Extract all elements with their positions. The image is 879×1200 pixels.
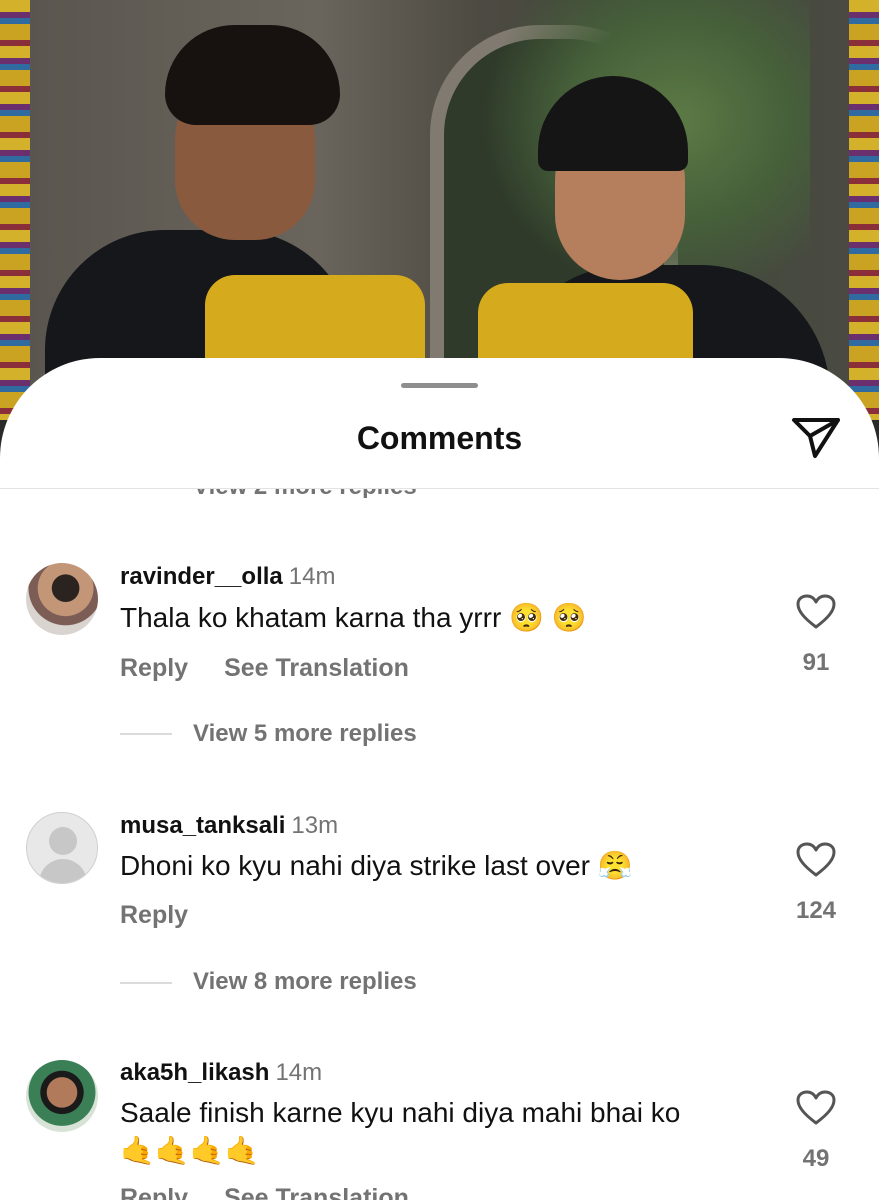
view-replies-button[interactable]: View 8 more replies <box>193 968 417 996</box>
person-left-hair <box>165 25 340 125</box>
reply-button[interactable]: Reply <box>120 654 188 682</box>
photo-border-left <box>0 0 30 420</box>
view-replies-partial-text: View 2 more replies <box>193 489 417 498</box>
comment-header: ravinder__olla 14m <box>120 563 335 591</box>
reply-button[interactable]: Reply <box>120 1184 188 1200</box>
avatar[interactable] <box>26 1060 98 1132</box>
comment-actions: Reply See Translation <box>120 1184 445 1200</box>
comment-text-line2: 🤙🤙🤙🤙 <box>120 1134 260 1167</box>
comment-header: aka5h_likash 14m <box>120 1059 322 1087</box>
comment-time: 14m <box>288 563 336 590</box>
comment-time: 14m <box>275 1059 323 1086</box>
comment-actions: Reply See Translation <box>120 654 445 683</box>
comment-time: 13m <box>291 812 339 839</box>
sheet-grabber[interactable] <box>401 383 478 388</box>
see-translation-button[interactable]: See Translation <box>224 654 409 682</box>
sheet-title: Comments <box>356 420 523 456</box>
like-count: 124 <box>795 897 837 924</box>
replies-divider <box>120 982 172 984</box>
avatar[interactable] <box>26 812 98 884</box>
default-avatar-shoulders <box>39 859 87 883</box>
comment-username[interactable]: musa_tanksali <box>120 812 285 839</box>
comment-username[interactable]: aka5h_likash <box>120 1059 269 1086</box>
comments-sheet: Comments View 2 more replies ravinder__o… <box>0 358 879 1200</box>
post-photo <box>0 0 879 420</box>
comment-header: musa_tanksali 13m <box>120 812 338 840</box>
photo-border-right <box>849 0 879 420</box>
comment-text: Thala ko khatam karna tha yrrr 🥺 🥺 <box>120 602 587 633</box>
share-button[interactable] <box>790 414 842 460</box>
comment-username[interactable]: ravinder__olla <box>120 563 283 590</box>
like-count: 49 <box>802 1145 830 1172</box>
paper-plane-icon <box>792 418 840 458</box>
comment-actions: Reply <box>120 901 224 930</box>
heart-icon[interactable] <box>796 842 836 878</box>
view-replies-button[interactable]: View 5 more replies <box>193 720 417 748</box>
heart-icon[interactable] <box>796 1090 836 1126</box>
default-avatar-icon <box>49 827 77 855</box>
view-replies-partial[interactable]: View 2 more replies <box>0 489 879 498</box>
reply-button[interactable]: Reply <box>120 901 188 929</box>
avatar[interactable] <box>26 563 98 635</box>
like-count: 91 <box>802 649 830 676</box>
heart-icon[interactable] <box>796 594 836 630</box>
replies-divider <box>120 733 172 735</box>
comment-text: Dhoni ko kyu nahi diya strike last over … <box>120 850 633 881</box>
comment-text: Saale finish karne kyu nahi diya mahi bh… <box>120 1097 681 1128</box>
see-translation-button[interactable]: See Translation <box>224 1184 409 1200</box>
